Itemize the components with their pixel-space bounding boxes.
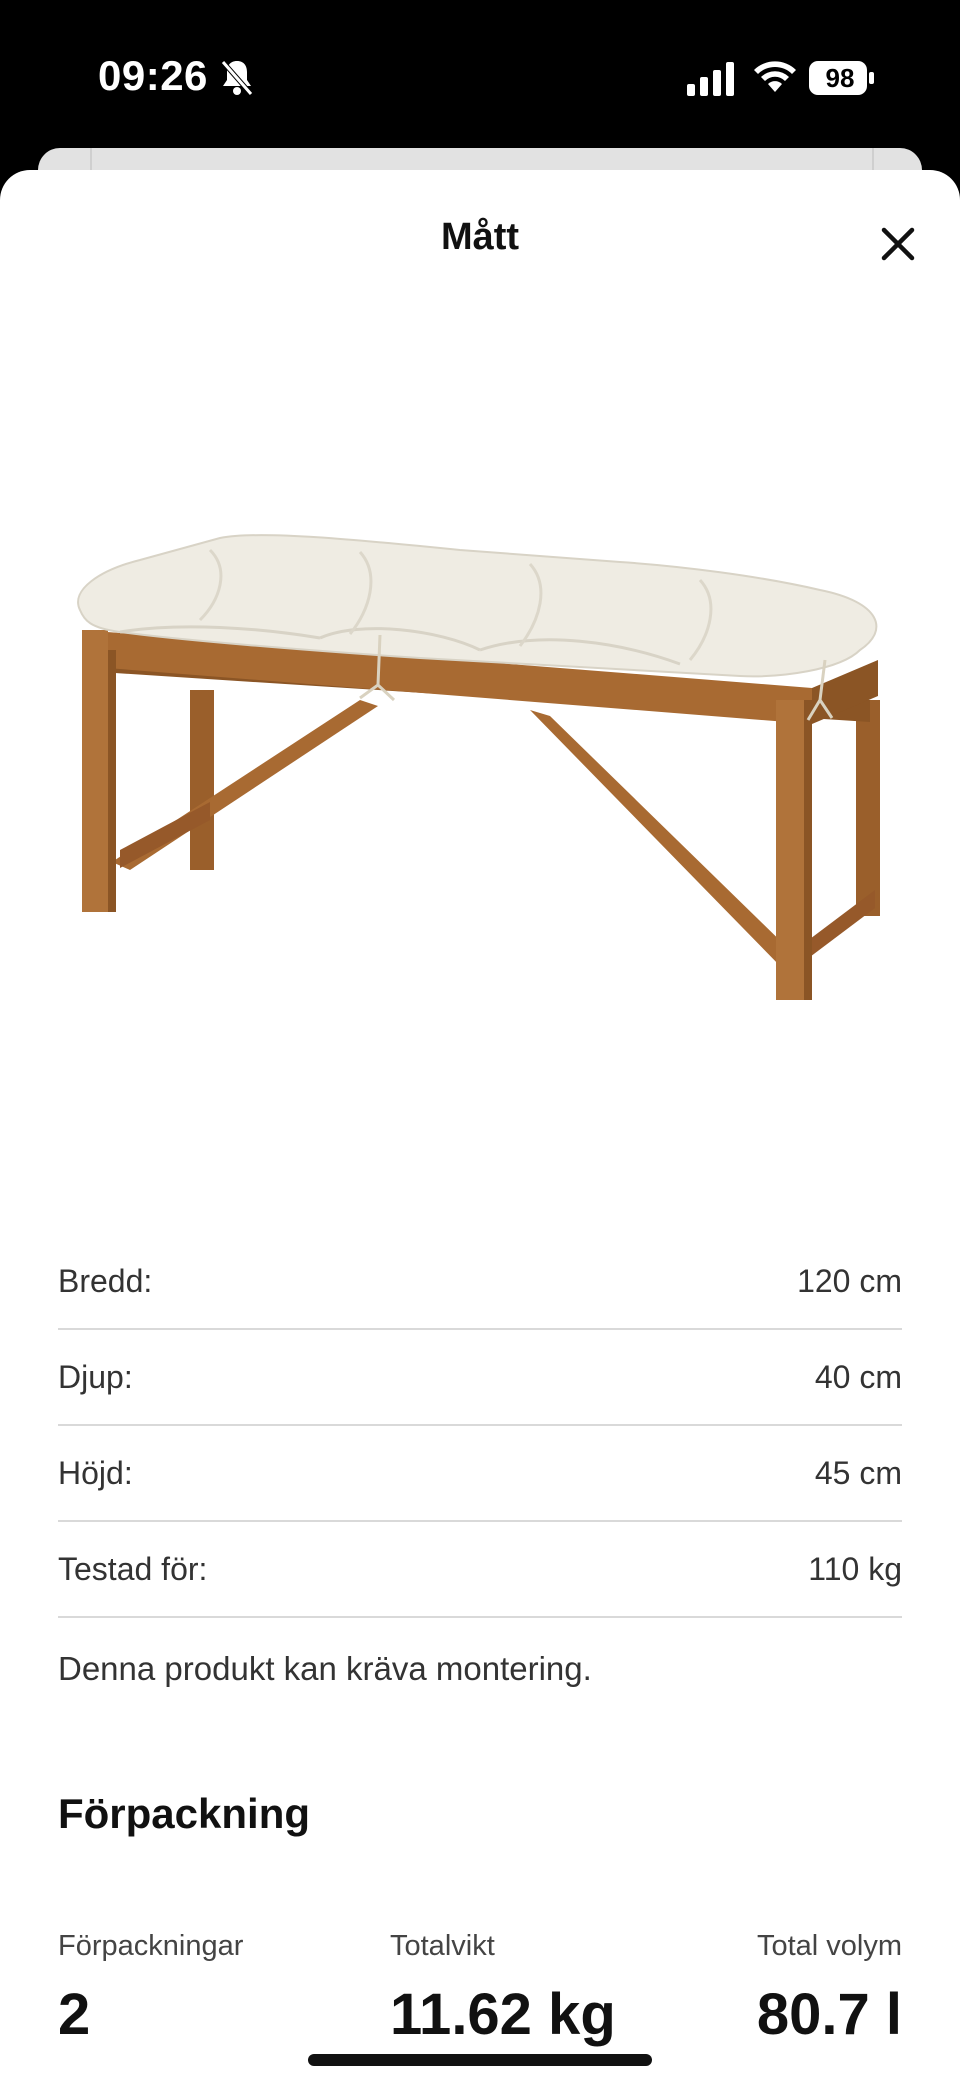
packaging-stats: Förpackningar 2 Totalvikt 11.62 kg Total… — [58, 1930, 902, 2050]
dimension-value: 40 cm — [814, 1358, 902, 1395]
bell-silent-icon — [221, 60, 253, 96]
close-button[interactable] — [868, 214, 928, 274]
dimension-value: 120 cm — [797, 1262, 902, 1299]
total-volume-label: Total volym — [756, 1930, 902, 1962]
dimension-value: 45 cm — [814, 1454, 902, 1491]
product-image — [77, 534, 880, 1000]
total-weight: Totalvikt 11.62 kg — [390, 1930, 616, 2048]
status-bar: 09:26 98 — [0, 0, 960, 150]
status-time: 09:26 — [98, 52, 208, 99]
dimension-row-depth: Djup: 40 cm — [58, 1330, 902, 1426]
battery-level: 98 — [825, 63, 855, 93]
dimensions-sheet: Mått Bredd: 120 cm Djup: 40 cm Höjd: 45 … — [0, 170, 960, 2087]
dimension-label: Bredd: — [58, 1262, 153, 1299]
assembly-note: Denna produkt kan kräva montering. — [58, 1650, 592, 1687]
dimension-row-height: Höjd: 45 cm — [58, 1426, 902, 1522]
wifi-icon — [754, 61, 796, 92]
total-weight-label: Totalvikt — [390, 1930, 495, 1962]
package-count-value: 2 — [58, 1982, 91, 2047]
total-volume: Total volym 80.7 l — [757, 1930, 902, 2048]
home-indicator[interactable] — [308, 2054, 652, 2066]
dimensions-list: Bredd: 120 cm Djup: 40 cm Höjd: 45 cm Te… — [58, 1234, 902, 1618]
dimension-label: Testad för: — [58, 1550, 208, 1587]
dimension-row-width: Bredd: 120 cm — [58, 1234, 902, 1330]
package-count: Förpackningar 2 — [58, 1930, 243, 2048]
dimension-label: Djup: — [58, 1358, 133, 1395]
dimension-label: Höjd: — [58, 1454, 133, 1491]
dimension-value: 110 kg — [808, 1550, 902, 1587]
total-weight-value: 11.62 kg — [390, 1982, 616, 2047]
sheet-title: Mått — [440, 216, 520, 258]
total-volume-value: 80.7 l — [756, 1982, 902, 2047]
dimension-row-tested-load: Testad för: 110 kg — [58, 1522, 902, 1618]
packaging-heading: Förpackning — [58, 1790, 311, 1837]
close-icon — [881, 227, 915, 261]
package-count-label: Förpackningar — [58, 1930, 244, 1962]
signal-icon — [687, 62, 734, 96]
